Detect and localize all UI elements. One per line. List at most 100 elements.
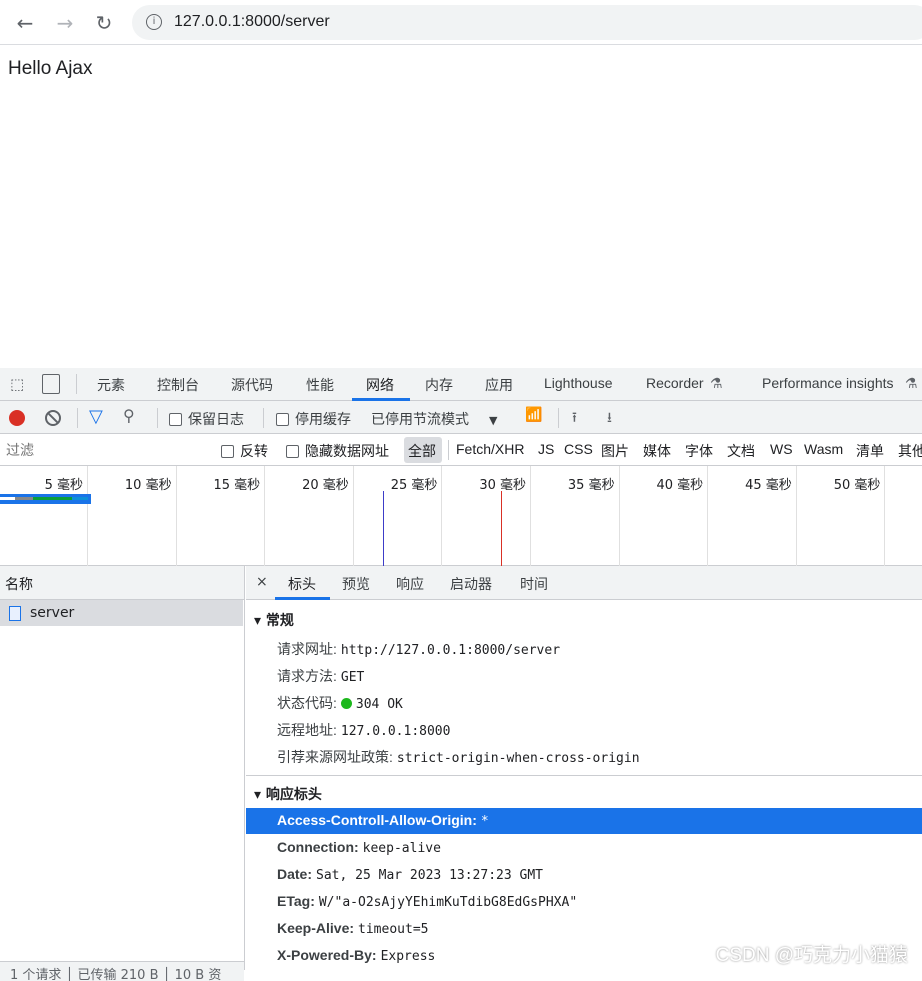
tab-timing[interactable]: 时间 [520, 574, 548, 594]
header-row[interactable]: Date: Sat, 25 Mar 2023 13:27:23 GMT [277, 866, 543, 883]
tab-recorder[interactable]: Recorder [646, 375, 704, 391]
search-icon[interactable]: ⚲ [123, 406, 135, 425]
export-har-icon[interactable]: ⭳ [607, 407, 612, 431]
close-icon[interactable]: × [256, 574, 268, 590]
address-bar[interactable]: i 127.0.0.1:8000/server [132, 5, 922, 40]
response-headers-title: 响应标头 [265, 787, 322, 803]
header-row[interactable]: 状态代码: 304 OK [277, 693, 403, 713]
header-value: Express [380, 949, 436, 964]
header-row[interactable]: 请求网址: http://127.0.0.1:8000/server [277, 639, 560, 659]
filter-icon[interactable]: ▽ [89, 406, 103, 427]
filter-type-img[interactable]: 图片 [601, 441, 629, 461]
timeline-tick-label: 30 毫秒 [479, 478, 526, 493]
timeline-gridline [707, 466, 709, 566]
network-overview[interactable]: 5 毫秒 10 毫秒 15 毫秒 20 毫秒 25 毫秒 30 毫秒 35 毫秒 40 毫秒 4… [0, 466, 922, 566]
import-har-icon[interactable]: ⭱ [572, 407, 577, 431]
header-row[interactable]: 引荐来源网址政策: strict-origin-when-cross-origin [277, 747, 640, 767]
tab-elements[interactable]: 元素 [97, 375, 125, 395]
header-value: GET [340, 670, 365, 685]
header-key: 引荐来源网址政策: [277, 749, 393, 765]
header-key: 请求方法: [277, 668, 337, 684]
back-icon[interactable]: ← [10, 8, 40, 38]
hide-data-urls-checkbox[interactable]: 隐藏数据网址 [286, 441, 389, 461]
device-toggle-icon[interactable] [42, 374, 60, 394]
filter-type-manifest[interactable]: 清单 [856, 441, 884, 461]
timeline-gridline [618, 466, 620, 566]
inspect-icon[interactable]: ⬚ [10, 375, 24, 393]
tab-performance-insights[interactable]: Performance insights [762, 375, 894, 391]
header-value: W/"a-O2sAjyYEhimKuTdibG8EdGsPHXA" [318, 895, 578, 910]
filter-type-font[interactable]: 字体 [685, 441, 713, 461]
header-row[interactable]: Connection: keep-alive [277, 839, 441, 856]
tab-performance[interactable]: 性能 [306, 375, 334, 395]
hide-data-urls-label: 隐藏数据网址 [305, 443, 389, 459]
filter-type-doc[interactable]: 文档 [727, 441, 755, 461]
tab-console[interactable]: 控制台 [157, 375, 199, 395]
filter-type-xhr[interactable]: Fetch/XHR [456, 441, 524, 457]
flask-icon: ⚗ [710, 375, 723, 391]
disable-cache-checkbox[interactable]: 停用缓存 [276, 409, 351, 429]
timeline-tick-label: 35 毫秒 [567, 478, 615, 493]
header-row[interactable]: 请求方法: GET [277, 666, 364, 686]
timeline-gridline [530, 466, 531, 566]
preserve-log-checkbox[interactable]: 保留日志 [169, 409, 244, 429]
header-row[interactable]: X-Powered-By: Express [277, 947, 435, 964]
filter-type-media[interactable]: 媒体 [643, 441, 671, 461]
general-title: 常规 [265, 613, 294, 629]
tab-sources[interactable]: 源代码 [231, 375, 273, 395]
invert-checkbox[interactable]: 反转 [221, 441, 268, 461]
timeline-tick-label: 40 毫秒 [656, 478, 704, 493]
tab-initiator[interactable]: 启动器 [450, 574, 492, 594]
network-toolbar: ▽ ⚲ 保留日志 停用缓存 已停用节流模式 ▼ 📶 ⭱ ⭳ [0, 401, 922, 434]
url-text[interactable]: 127.0.0.1:8000/server [174, 13, 330, 31]
clear-icon[interactable] [45, 410, 61, 426]
timeline-gridline [884, 466, 886, 566]
header-row[interactable]: Keep-Alive: timeout=5 [277, 920, 428, 937]
tab-headers[interactable]: 标头 [288, 574, 316, 594]
request-row[interactable]: server [0, 600, 243, 626]
filter-type-wasm[interactable]: Wasm [804, 441, 843, 457]
throttle-select[interactable]: 已停用节流模式 ▼ [371, 409, 497, 429]
header-row[interactable]: Access-Controll-Allow-Origin: * [277, 812, 489, 829]
tab-network[interactable]: 网络 [366, 375, 394, 395]
filter-type-all[interactable]: 全部 [404, 437, 442, 463]
filter-input[interactable] [2, 439, 205, 461]
header-value: * [480, 814, 489, 829]
info-icon[interactable]: i [146, 14, 162, 30]
filter-type-js[interactable]: JS [538, 441, 554, 457]
throttle-label: 已停用节流模式 [371, 412, 469, 428]
tab-preview[interactable]: 预览 [342, 574, 370, 594]
response-headers-section-header[interactable]: ▾ 响应标头 [254, 784, 322, 804]
filter-type-other[interactable]: 其他 [898, 441, 922, 461]
domcontentloaded-marker [383, 491, 384, 566]
tab-response[interactable]: 响应 [396, 574, 424, 594]
document-icon [9, 606, 21, 621]
active-tab-indicator [275, 597, 330, 600]
general-section-header[interactable]: ▾ 常规 [254, 610, 294, 630]
filter-type-ws[interactable]: WS [770, 441, 793, 457]
chevron-down-icon: ▼ [489, 414, 498, 427]
tab-lighthouse[interactable]: Lighthouse [544, 375, 613, 391]
tab-memory[interactable]: 内存 [425, 375, 453, 395]
timeline-gridline [795, 466, 797, 566]
timeline-tick-label: 5 毫秒 [44, 478, 83, 493]
header-row[interactable]: ETag: W/"a-O2sAjyYEhimKuTdibG8EdGsPHXA" [277, 893, 577, 910]
timeline-tick-label: 20 毫秒 [302, 478, 349, 493]
header-key: Connection: [277, 839, 359, 855]
invert-label: 反转 [240, 443, 268, 459]
record-icon[interactable] [9, 410, 25, 426]
browser-toolbar: ← → ↻ i 127.0.0.1:8000/server [0, 0, 922, 45]
timeline-tick-label: 45 毫秒 [745, 478, 792, 493]
disable-cache-label: 停用缓存 [295, 412, 351, 428]
devtools: ⬚ 元素 控制台 源代码 性能 网络 内存 应用 Lighthouse Reco… [0, 368, 922, 981]
page-text: Hello Ajax [8, 58, 93, 79]
forward-icon[interactable]: → [50, 8, 80, 38]
tab-application[interactable]: 应用 [485, 375, 513, 395]
header-row[interactable]: 远程地址: 127.0.0.1:8000 [277, 720, 450, 740]
network-conditions-icon[interactable]: 📶 [525, 407, 542, 423]
filter-bar: 反转 隐藏数据网址 全部 Fetch/XHR JS CSS 图片 媒体 字体 文… [0, 434, 922, 466]
filter-type-css[interactable]: CSS [564, 441, 593, 457]
reload-icon[interactable]: ↻ [89, 8, 119, 38]
load-marker [501, 491, 502, 566]
name-column-header[interactable]: 名称 [0, 566, 244, 600]
